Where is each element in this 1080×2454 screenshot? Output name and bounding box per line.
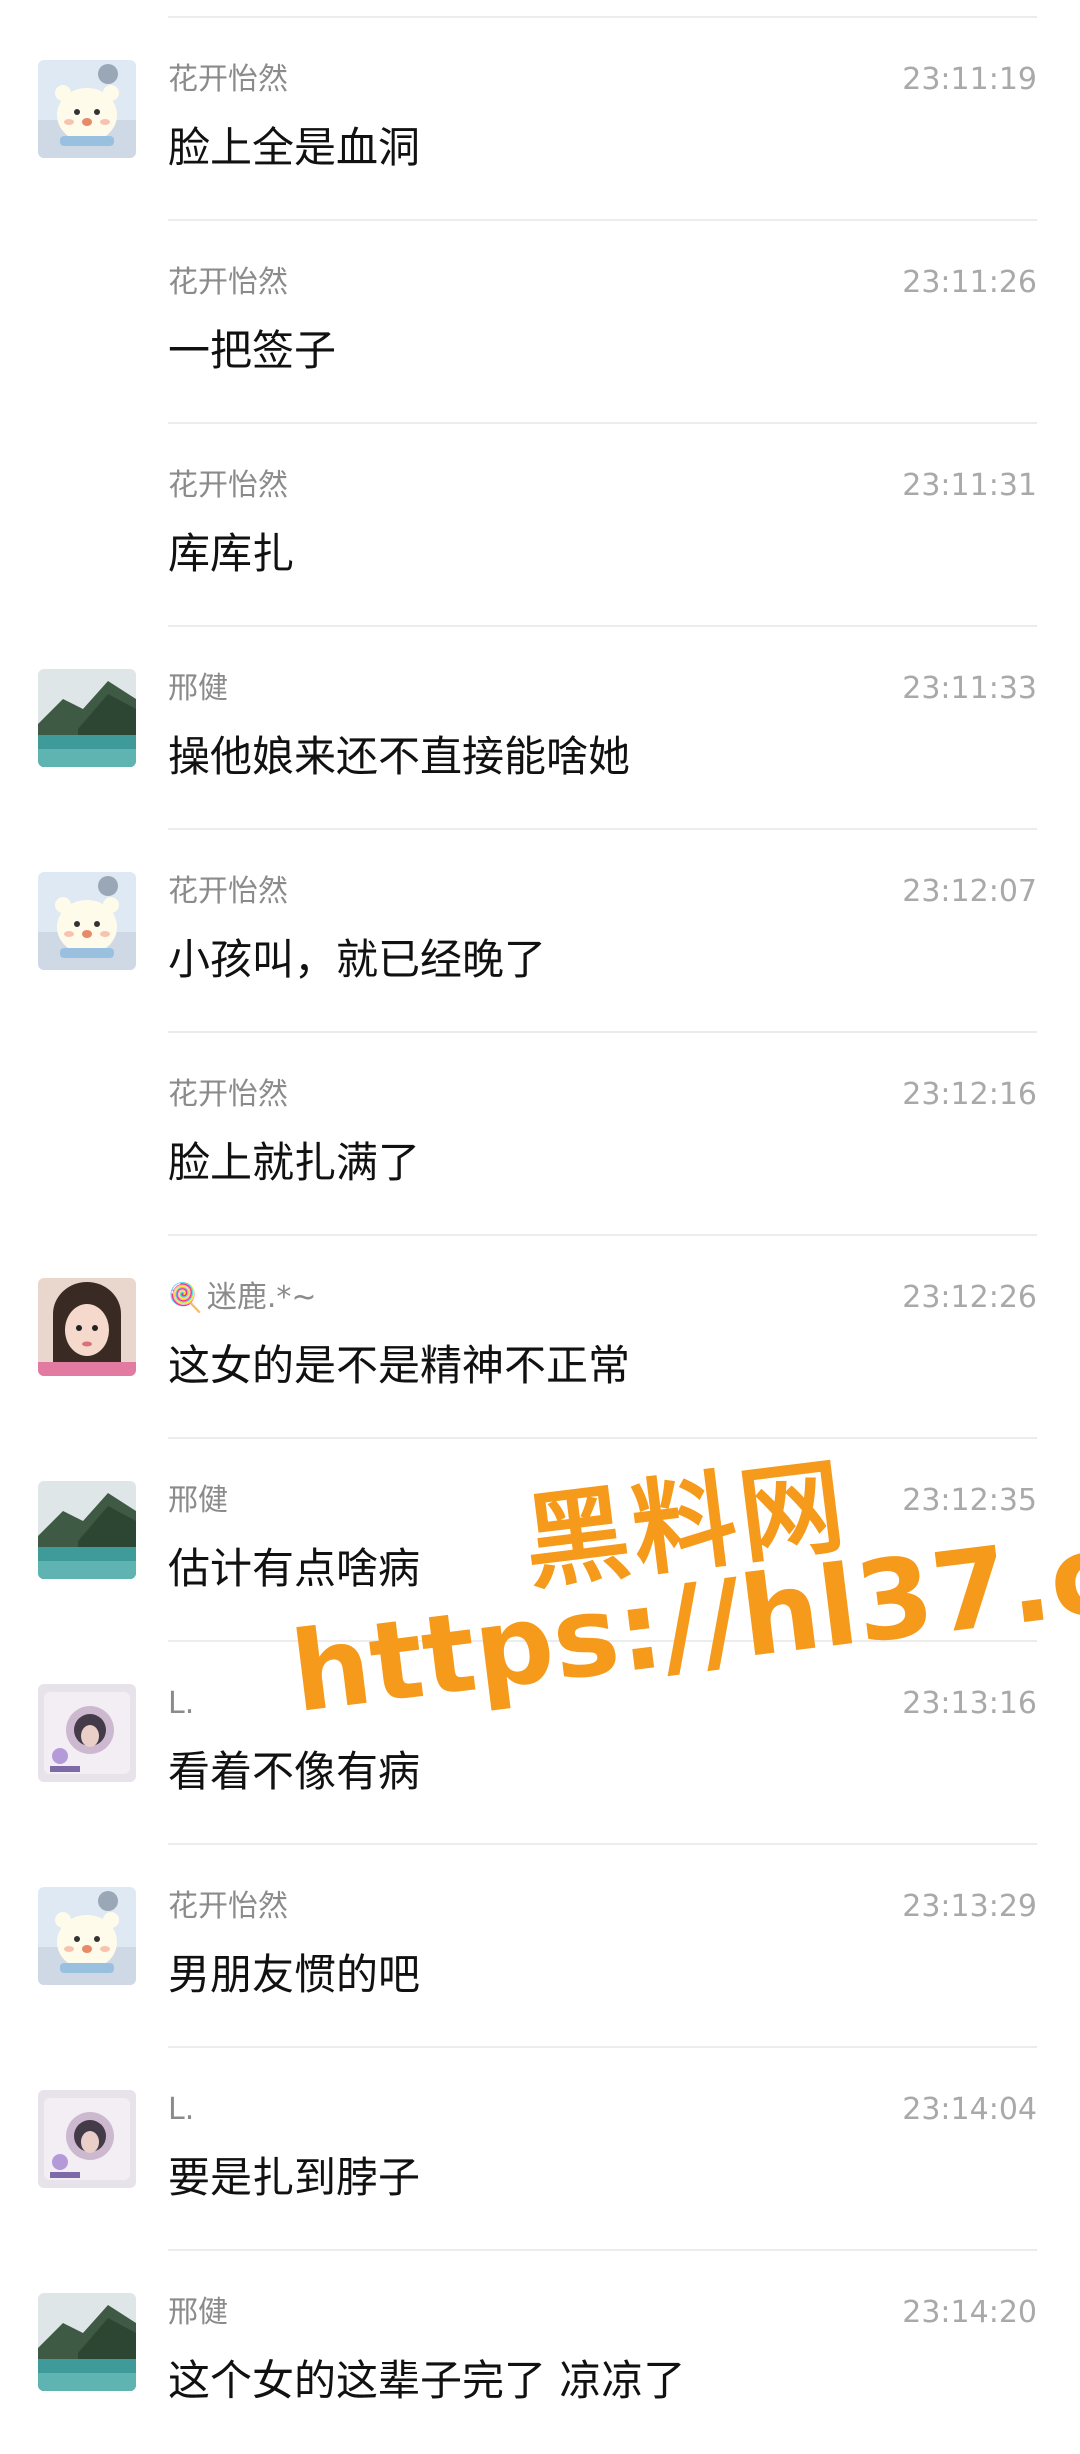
sender-name-text: 邢健: [168, 1483, 228, 1518]
sender-name[interactable]: 花开怡然: [168, 265, 288, 301]
divider: [168, 1437, 1037, 1439]
sender-name-text: 邢健: [168, 2295, 228, 2330]
sender-name-text: 花开怡然: [168, 874, 288, 909]
sender-name-text: 邢健: [168, 671, 228, 706]
sender-name[interactable]: 邢健: [168, 1483, 228, 1519]
message-time: 23:13:29: [902, 1889, 1037, 1924]
lollipop-icon: 🍭: [168, 1281, 203, 1314]
sender-name-text: 花开怡然: [168, 1077, 288, 1112]
bear-avatar[interactable]: [38, 1887, 136, 1985]
message-text[interactable]: 看着不像有病: [168, 1746, 420, 1798]
sender-name[interactable]: 邢健: [168, 671, 228, 707]
message-row[interactable]: 花开怡然 23:13:29 男朋友惯的吧: [0, 1843, 1080, 2048]
message-time: 23:12:07: [902, 874, 1037, 909]
divider: [168, 219, 1037, 221]
message-row[interactable]: 花开怡然 23:11:26 一把签子: [0, 219, 1080, 424]
message-text[interactable]: 这个女的这辈子完了 凉凉了: [168, 2355, 685, 2407]
landscape-avatar[interactable]: [38, 2293, 136, 2391]
message-time: 23:12:35: [902, 1483, 1037, 1518]
bear-avatar[interactable]: [38, 872, 136, 970]
message-time: 23:11:19: [902, 62, 1037, 97]
message-time: 23:11:33: [902, 671, 1037, 706]
message-row[interactable]: 邢健 23:14:20 这个女的这辈子完了 凉凉了: [0, 2249, 1080, 2454]
sender-name-text: L.: [168, 2092, 195, 2127]
message-text[interactable]: 小孩叫，就已经晚了: [168, 934, 546, 986]
divider: [168, 828, 1037, 830]
sender-name[interactable]: L.: [168, 1686, 194, 1722]
landscape-avatar[interactable]: [38, 669, 136, 767]
sender-name-text: 花开怡然: [168, 62, 288, 97]
sender-name[interactable]: 花开怡然: [168, 468, 288, 504]
message-time: 23:11:31: [902, 468, 1037, 503]
sender-name[interactable]: 🍭 迷鹿.*~: [168, 1280, 317, 1316]
message-text[interactable]: 库库扎: [168, 528, 294, 580]
message-text[interactable]: 脸上就扎满了: [168, 1137, 420, 1189]
message-text[interactable]: 脸上全是血洞: [168, 122, 420, 174]
message-text[interactable]: 操他娘来还不直接能啥她: [168, 731, 630, 783]
message-row[interactable]: 花开怡然 23:12:16 脸上就扎满了: [0, 1031, 1080, 1236]
sender-name[interactable]: L.: [168, 2092, 194, 2128]
message-row[interactable]: 🍭 迷鹿.*~ 23:12:26 这女的是不是精神不正常: [0, 1234, 1080, 1439]
message-text[interactable]: 这女的是不是精神不正常: [168, 1340, 630, 1392]
message-text[interactable]: 要是扎到脖子: [168, 2152, 420, 2204]
message-row[interactable]: 花开怡然 23:11:19 脸上全是血洞: [0, 16, 1080, 221]
photo-avatar[interactable]: [38, 1684, 136, 1782]
message-row[interactable]: 邢健 23:11:33 操他娘来还不直接能啥她: [0, 625, 1080, 830]
sender-name-text: L.: [168, 1686, 195, 1721]
sender-name[interactable]: 花开怡然: [168, 62, 288, 98]
sender-name[interactable]: 花开怡然: [168, 1077, 288, 1113]
chat-history-list[interactable]: 花开怡然 23:11:19 脸上全是血洞 花开怡然 23:11:26 一把签子 花开怡然 23…: [0, 0, 1080, 2442]
message-time: 23:11:26: [902, 265, 1037, 300]
message-row[interactable]: 花开怡然 23:12:07 小孩叫，就已经晚了: [0, 828, 1080, 1033]
message-text[interactable]: 一把签子: [168, 325, 336, 377]
message-time: 23:14:04: [902, 2092, 1037, 2127]
sender-name-text: 花开怡然: [168, 468, 288, 503]
message-time: 23:14:20: [902, 2295, 1037, 2330]
message-row[interactable]: L. 23:13:16 看着不像有病: [0, 1640, 1080, 1845]
divider: [168, 2249, 1037, 2251]
divider: [168, 16, 1037, 18]
divider: [168, 1640, 1037, 1642]
sender-name[interactable]: 邢健: [168, 2295, 228, 2331]
sender-name-text: 花开怡然: [168, 265, 288, 300]
message-row[interactable]: L. 23:14:04 要是扎到脖子: [0, 2046, 1080, 2251]
message-time: 23:12:26: [902, 1280, 1037, 1315]
divider: [168, 1843, 1037, 1845]
message-row[interactable]: 邢健 23:12:35 估计有点啥病: [0, 1437, 1080, 1642]
divider: [168, 1234, 1037, 1236]
landscape-avatar[interactable]: [38, 1481, 136, 1579]
girl-avatar[interactable]: [38, 1278, 136, 1376]
message-time: 23:12:16: [902, 1077, 1037, 1112]
divider: [168, 625, 1037, 627]
message-text[interactable]: 男朋友惯的吧: [168, 1949, 420, 2001]
divider: [168, 422, 1037, 424]
sender-name-text: 花开怡然: [168, 1889, 288, 1924]
sender-name[interactable]: 花开怡然: [168, 1889, 288, 1925]
photo-avatar[interactable]: [38, 2090, 136, 2188]
message-row[interactable]: 花开怡然 23:11:31 库库扎: [0, 422, 1080, 627]
message-text[interactable]: 估计有点啥病: [168, 1543, 420, 1595]
sender-name-text: 迷鹿.*~: [206, 1280, 317, 1315]
message-time: 23:13:16: [902, 1686, 1037, 1721]
divider: [168, 2046, 1037, 2048]
divider: [168, 1031, 1037, 1033]
bear-avatar[interactable]: [38, 60, 136, 158]
sender-name[interactable]: 花开怡然: [168, 874, 288, 910]
